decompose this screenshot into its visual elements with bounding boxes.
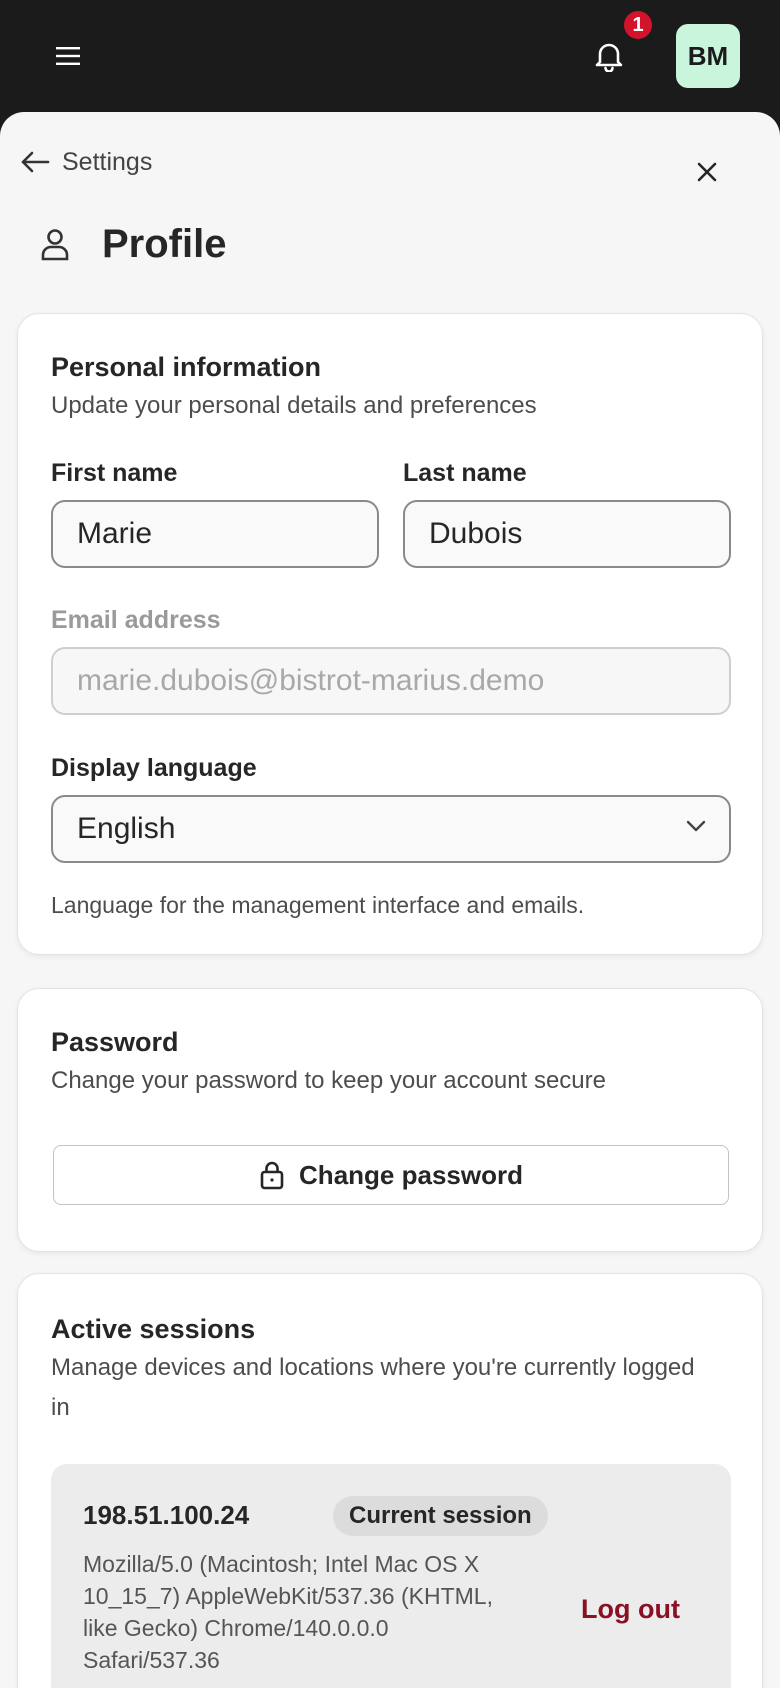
current-session-badge: Current session xyxy=(333,1496,548,1536)
display-language-label: Display language xyxy=(51,754,257,782)
last-name-field[interactable]: Dubois xyxy=(403,500,731,568)
menu-button[interactable] xyxy=(50,38,86,74)
change-password-button[interactable]: Change password xyxy=(53,1145,729,1205)
close-button[interactable] xyxy=(696,152,718,192)
session-item: 198.51.100.24 Current session Mozilla/5.… xyxy=(51,1464,731,1688)
user-avatar[interactable]: BM xyxy=(676,24,740,88)
session-user-agent: Mozilla/5.0 (Macintosh; Intel Mac OS X 1… xyxy=(83,1551,493,1673)
notification-count-badge: 1 xyxy=(624,11,652,39)
profile-panel: Settings Profile Personal information Up… xyxy=(0,112,780,1688)
first-name-label: First name xyxy=(51,459,178,487)
personal-information-card: Personal information Update your persona… xyxy=(17,313,763,955)
first-name-field[interactable]: Marie xyxy=(51,500,379,568)
session-ip: 198.51.100.24 xyxy=(83,1500,250,1530)
card-description: Change your password to keep your accoun… xyxy=(51,1067,606,1094)
change-password-label: Change password xyxy=(299,1159,523,1190)
display-language-select[interactable]: English xyxy=(51,795,731,863)
user-icon xyxy=(41,229,69,261)
hamburger-menu-icon xyxy=(56,47,80,65)
email-label: Email address xyxy=(51,606,221,634)
card-title: Password xyxy=(51,1027,179,1057)
back-label: Settings xyxy=(62,147,153,176)
page-header: Profile xyxy=(40,212,226,276)
card-description: Manage devices and locations where you'r… xyxy=(51,1354,695,1421)
arrow-left-icon xyxy=(21,151,50,173)
card-description: Update your personal details and prefere… xyxy=(51,392,537,419)
log-out-button[interactable]: Log out xyxy=(581,1594,680,1625)
chevron-down-icon xyxy=(686,820,706,832)
back-to-settings-button[interactable]: Settings xyxy=(20,142,152,182)
selected-language: English xyxy=(77,812,176,845)
language-helper-text: Language for the management interface an… xyxy=(51,892,585,918)
email-field: marie.dubois@bistrot-marius.demo xyxy=(51,647,731,715)
card-title: Active sessions xyxy=(51,1314,256,1344)
last-name-label: Last name xyxy=(403,459,527,487)
password-card: Password Change your password to keep yo… xyxy=(17,988,763,1252)
top-bar: 1 BM xyxy=(0,0,780,112)
lock-icon xyxy=(260,1161,284,1190)
page-title: Profile xyxy=(102,221,227,266)
bell-icon xyxy=(595,43,623,72)
close-icon xyxy=(697,162,717,182)
card-title: Personal information xyxy=(51,352,322,382)
active-sessions-card: Active sessions Manage devices and locat… xyxy=(17,1273,763,1688)
notifications-button[interactable] xyxy=(584,36,634,76)
